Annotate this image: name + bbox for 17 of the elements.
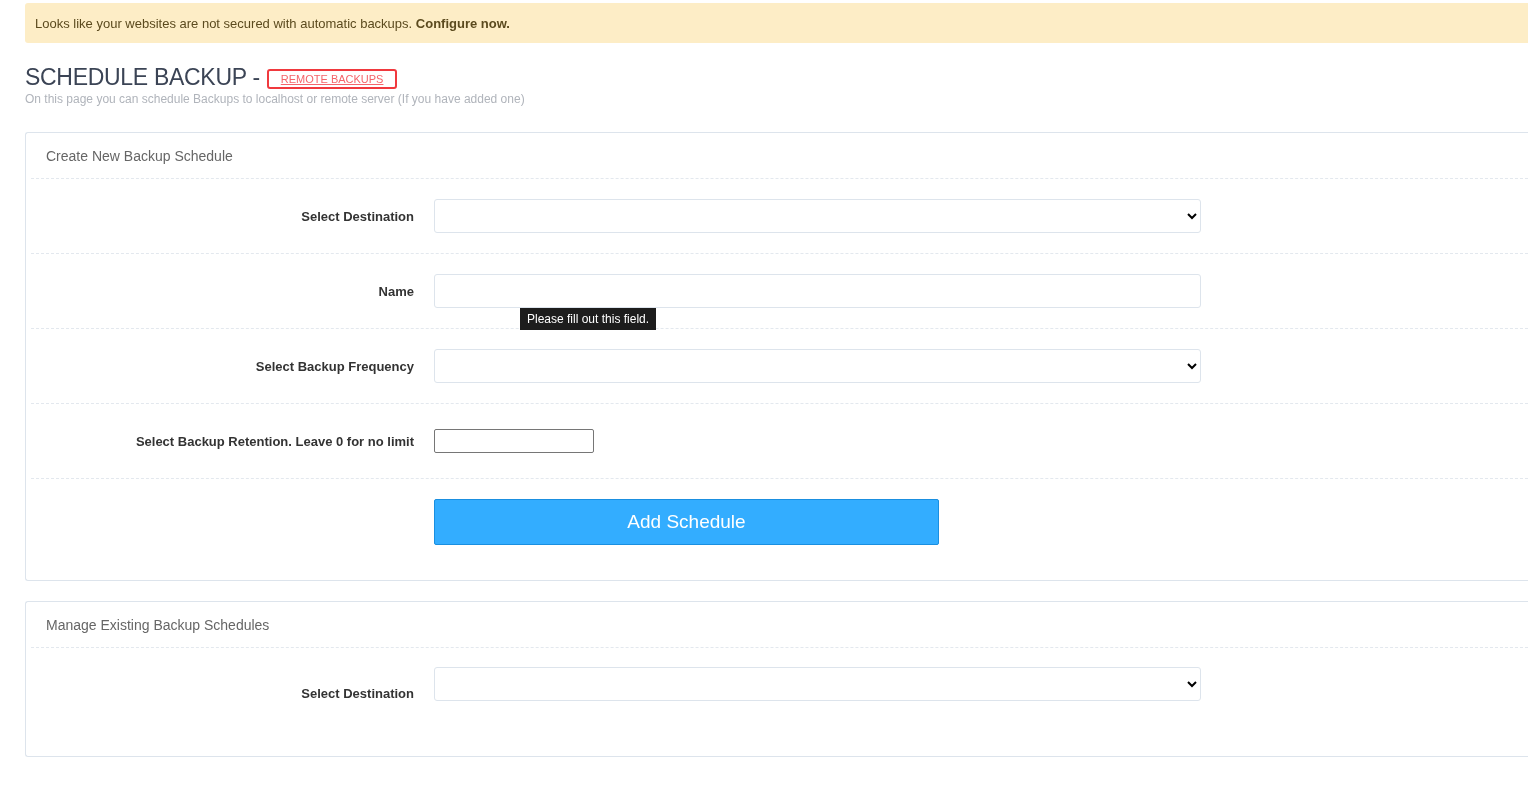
- field-label: Select Backup Frequency: [255, 358, 414, 374]
- field-label: Name: [378, 283, 414, 299]
- panel-title: Manage Existing Backup Schedules: [31, 602, 1528, 648]
- page-subtitle: On this page you can schedule Backups to localhost or remote server (If you have added one): [25, 92, 526, 106]
- input-field[interactable]: [434, 429, 594, 453]
- page-title: SCHEDULE BACKUP -: [25, 64, 260, 91]
- field-label: Select Destination: [301, 208, 414, 224]
- validation-tooltip: Please fill out this field.: [520, 308, 657, 330]
- select-field[interactable]: [434, 667, 1201, 701]
- field-label: Select Backup Retention. Leave 0 for no limit: [135, 433, 414, 449]
- alert-message: Looks like your websites are not secured with automatic backups. Configure now.: [35, 15, 510, 31]
- add-schedule-button[interactable]: Add Schedule: [434, 499, 939, 545]
- field-label: Select Destination: [301, 686, 414, 701]
- remote-backups-link[interactable]: REMOTE BACKUPS: [266, 69, 398, 89]
- panel-title: Create New Backup Schedule: [31, 133, 1528, 179]
- select-field[interactable]: [434, 349, 1201, 383]
- select-field[interactable]: [434, 199, 1201, 233]
